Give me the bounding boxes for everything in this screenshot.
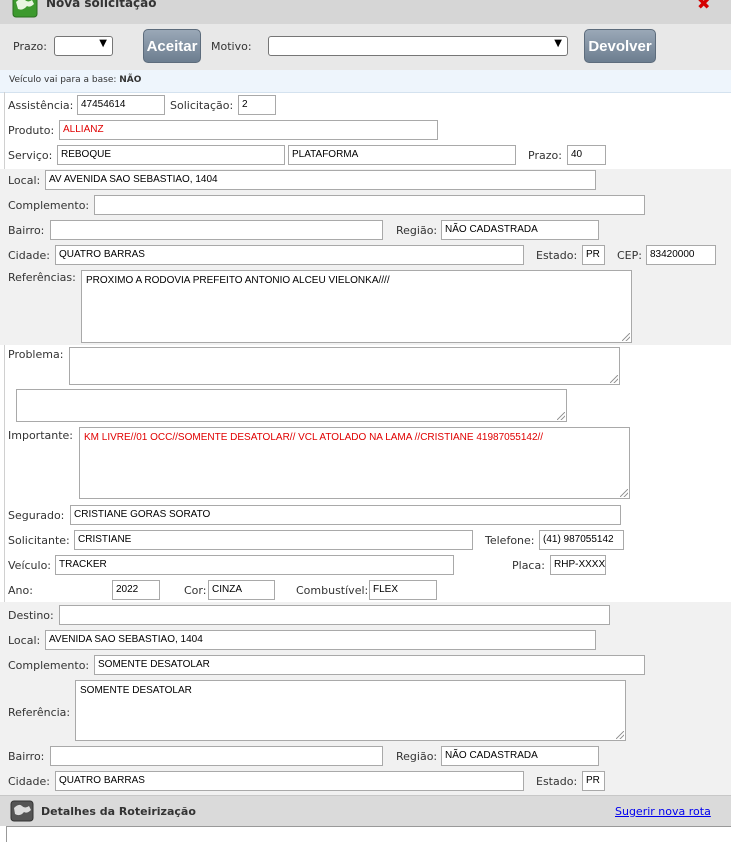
prazo-label: Prazo: <box>13 40 47 53</box>
ano-field[interactable]: 2022 <box>112 580 160 600</box>
motivo-select[interactable]: ▼ <box>268 36 568 56</box>
base-label: Veículo vai para a base: <box>9 75 117 85</box>
placa-label: Placa: <box>512 559 545 572</box>
regiao-label: Região: <box>396 224 438 237</box>
resize-handle-icon[interactable] <box>616 731 624 739</box>
problema-label: Problema: <box>8 348 64 361</box>
veiculo-field[interactable]: TRACKER <box>55 555 454 575</box>
dest-bairro-label: Bairro: <box>8 750 45 763</box>
destino-label: Destino: <box>8 609 54 622</box>
resize-handle-icon[interactable] <box>622 333 630 341</box>
estado-label: Estado: <box>536 249 578 262</box>
telefone-label: Telefone: <box>485 534 535 547</box>
chevron-down-icon: ▼ <box>554 38 562 49</box>
dest-regiao-label: Região: <box>396 750 438 763</box>
globe-app-icon <box>12 0 38 18</box>
produto-field[interactable]: ALLIANZ <box>59 120 438 140</box>
window-titlebar: Nova solicitação ✖ <box>0 0 731 25</box>
dest-referencia-label: Referência: <box>8 706 71 719</box>
motivo-label: Motivo: <box>211 40 252 53</box>
referencias-label: Referências: <box>8 271 76 284</box>
assistencia-field[interactable]: 47454614 <box>77 95 165 115</box>
routing-panel <box>6 826 731 842</box>
assistencia-label: Assistência: <box>8 99 74 112</box>
window-title: Nova solicitação <box>46 0 157 10</box>
cor-label: Cor: <box>184 584 207 597</box>
segurado-label: Segurado: <box>8 509 65 522</box>
dest-cidade-field[interactable]: QUATRO BARRAS <box>55 771 524 791</box>
routing-details-header: Detalhes da Roteirização Sugerir nova ro… <box>0 795 731 826</box>
regiao-field[interactable]: NÃO CADASTRADA <box>441 220 599 240</box>
referencias-textarea[interactable]: PROXIMO A RODOVIA PREFEITO ANTONIO ALCEU… <box>81 270 632 343</box>
problema-textarea[interactable] <box>69 347 620 385</box>
devolver-button[interactable]: Devolver <box>584 29 656 63</box>
resize-handle-icon[interactable] <box>610 375 618 383</box>
base-value: NÃO <box>119 75 142 85</box>
solicitante-label: Solicitante: <box>8 534 70 547</box>
prazo-select[interactable]: ▼ <box>54 36 113 56</box>
cep-label: CEP: <box>617 249 642 262</box>
complemento-label: Complemento: <box>8 199 90 212</box>
dest-bairro-field[interactable] <box>50 746 383 766</box>
complemento-field[interactable] <box>94 195 645 215</box>
produto-label: Produto: <box>8 124 55 137</box>
veiculo-label: Veículo: <box>8 559 52 572</box>
dest-regiao-field[interactable]: NÃO CADASTRADA <box>441 746 599 766</box>
servico-label: Serviço: <box>8 149 53 162</box>
dest-referencia-textarea[interactable]: SOMENTE DESATOLAR <box>75 680 626 741</box>
combustivel-label: Combustível: <box>296 584 369 597</box>
telefone-field[interactable]: (41) 987055142 <box>539 530 624 550</box>
bairro-label: Bairro: <box>8 224 45 237</box>
servico-tipo-field[interactable]: PLATAFORMA <box>288 145 516 165</box>
cidade-label: Cidade: <box>8 249 50 262</box>
segurado-field[interactable]: CRISTIANE GORAS SORATO <box>70 505 621 525</box>
action-toolbar: Prazo: ▼ Aceitar Motivo: ▼ Devolver <box>0 24 731 71</box>
cor-field[interactable]: CINZA <box>208 580 275 600</box>
chevron-down-icon: ▼ <box>99 38 107 49</box>
aceitar-button[interactable]: Aceitar <box>143 29 201 63</box>
cidade-field[interactable]: QUATRO BARRAS <box>55 245 524 265</box>
estado-field[interactable]: PR <box>582 245 605 265</box>
dest-complemento-label: Complemento: <box>8 659 90 672</box>
dest-cidade-label: Cidade: <box>8 775 50 788</box>
prazo-field-label: Prazo: <box>528 149 562 162</box>
routing-details-title: Detalhes da Roteirização <box>41 805 196 818</box>
local-field[interactable]: AV AVENIDA SAO SEBASTIAO, 1404 <box>45 170 596 190</box>
close-icon[interactable]: ✖ <box>697 0 710 13</box>
problema-extra-textarea[interactable] <box>16 389 567 422</box>
dest-estado-field[interactable]: PR <box>582 771 605 791</box>
local-label: Local: <box>8 174 41 187</box>
ano-label: Ano: <box>8 584 33 597</box>
suggest-route-link[interactable]: Sugerir nova rota <box>615 805 711 818</box>
dest-local-label: Local: <box>8 634 41 647</box>
bairro-field[interactable] <box>50 220 383 240</box>
importante-label: Importante: <box>8 429 74 442</box>
combustivel-field[interactable]: FLEX <box>369 580 437 600</box>
resize-handle-icon[interactable] <box>557 412 565 420</box>
destino-field[interactable] <box>59 605 610 625</box>
resize-handle-icon[interactable] <box>620 489 628 497</box>
cep-field[interactable]: 83420000 <box>646 245 716 265</box>
solicitacao-field[interactable]: 2 <box>238 95 276 115</box>
globe-icon <box>10 800 34 822</box>
info-bar: Veículo vai para a base: NÃO <box>0 70 731 93</box>
prazo-field[interactable]: 40 <box>567 145 606 165</box>
solicitante-field[interactable]: CRISTIANE <box>74 530 473 550</box>
dest-complemento-field[interactable]: SOMENTE DESATOLAR <box>94 655 645 675</box>
dest-local-field[interactable]: AVENIDA SAO SEBASTIAO, 1404 <box>45 630 596 650</box>
importante-textarea[interactable]: KM LIVRE//01 OCC//SOMENTE DESATOLAR// VC… <box>79 427 630 499</box>
placa-field[interactable]: RHP-XXXX <box>550 555 606 575</box>
servico-field[interactable]: REBOQUE <box>57 145 285 165</box>
solicitacao-label: Solicitação: <box>170 99 234 112</box>
dest-estado-label: Estado: <box>536 775 578 788</box>
